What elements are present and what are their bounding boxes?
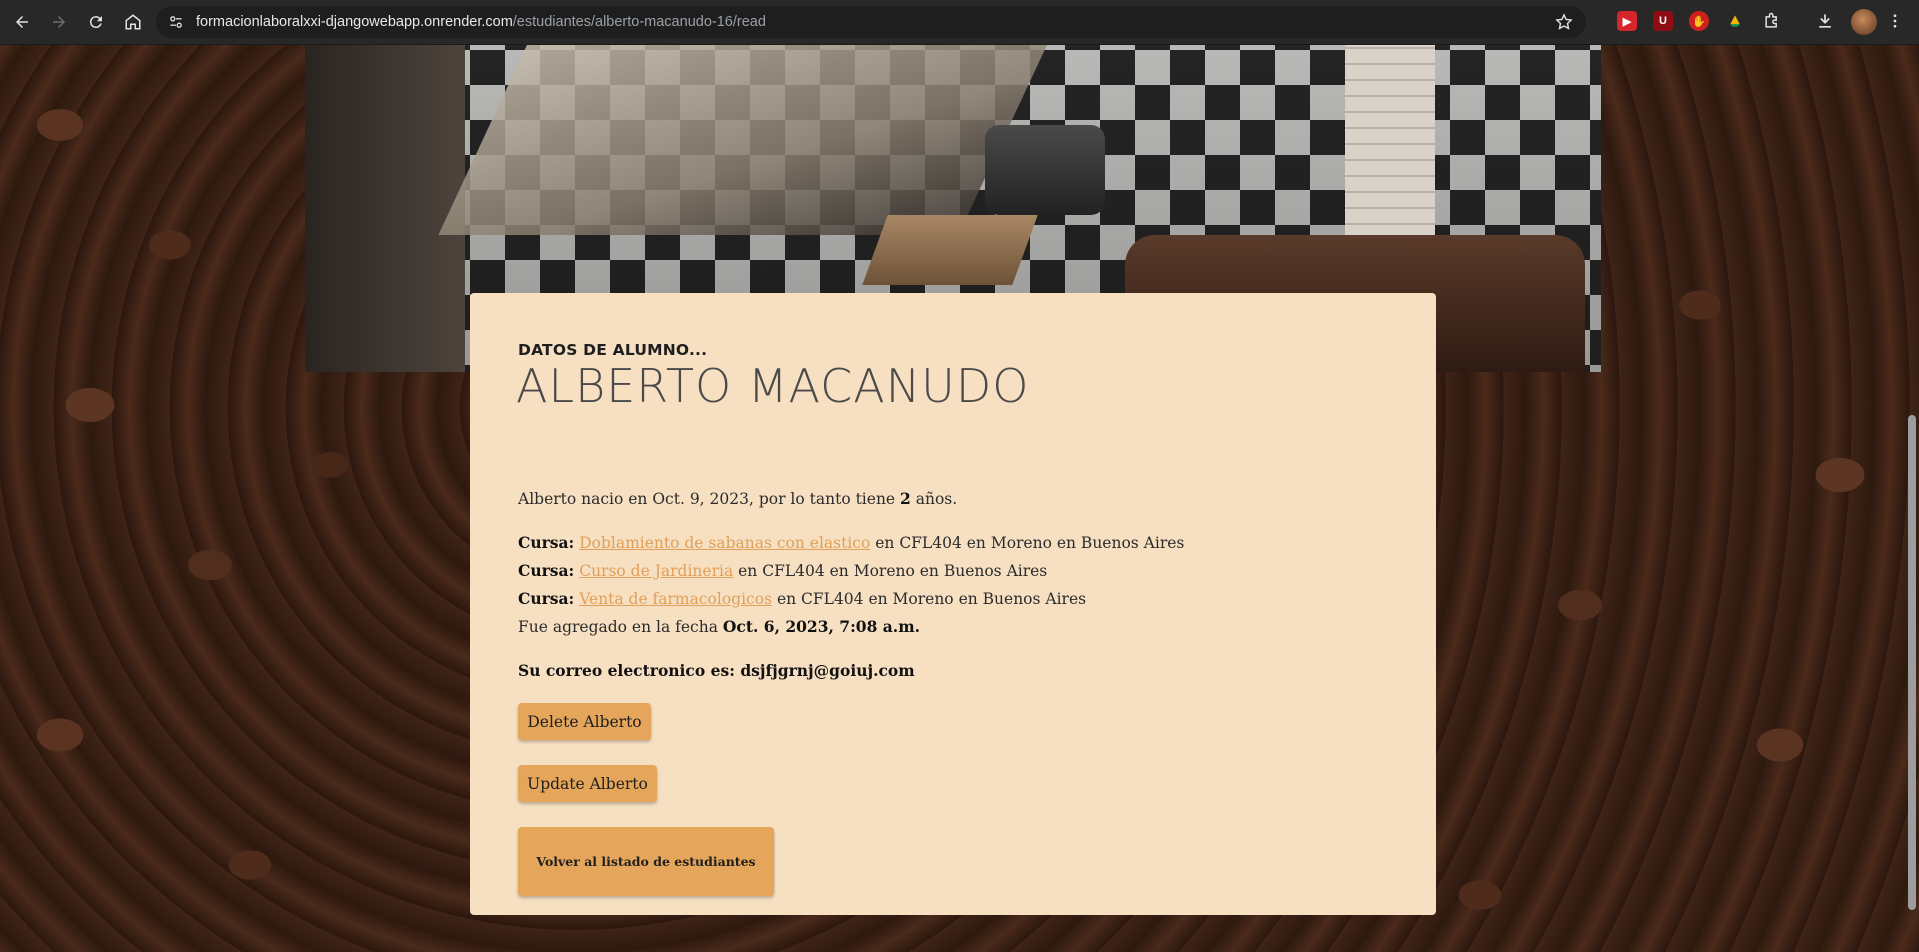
student-detail-card: DATOS DE ALUMNO... ALBERTO MACANUDO Albe… [470, 293, 1436, 915]
site-info-icon[interactable] [166, 12, 186, 32]
back-to-list-button[interactable]: Volver al listado de estudiantes [518, 827, 774, 896]
address-bar[interactable]: formacionlaboralxxi-djangowebapp.onrende… [156, 6, 1586, 38]
ublock-icon[interactable]: U [1653, 11, 1673, 31]
course-label: Cursa: [518, 561, 575, 580]
course-link-3[interactable]: Venta de farmacologicos [579, 590, 772, 608]
course-location-3: en CFL404 en Moreno en Buenos Aires [772, 590, 1087, 608]
course-link-2[interactable]: Curso de Jardineria [579, 562, 733, 580]
added-date-line: Fue agregado en la fecha Oct. 6, 2023, 7… [518, 617, 920, 636]
course-location-2: en CFL404 en Moreno en Buenos Aires [733, 562, 1048, 580]
back-icon[interactable] [10, 10, 34, 34]
email-line: Su correo electronico es: dsjfjgrnj@goiu… [518, 661, 915, 680]
added-date-value: Oct. 6, 2023, 7:08 a.m. [722, 617, 921, 636]
puzzle-icon[interactable] [1762, 11, 1782, 31]
bookmark-star-icon[interactable] [1554, 12, 1574, 32]
course-location-1: en CFL404 en Moreno en Buenos Aires [870, 534, 1185, 552]
profile-avatar[interactable] [1851, 9, 1877, 35]
added-label: Fue agregado en la fecha [518, 618, 723, 636]
course-label: Cursa: [518, 533, 575, 552]
delete-student-button[interactable]: Delete Alberto [518, 703, 651, 740]
forward-icon[interactable] [47, 10, 71, 34]
url-text[interactable]: formacionlaboralxxi-djangowebapp.onrende… [196, 14, 766, 30]
reload-icon[interactable] [84, 10, 108, 34]
course-label: Cursa: [518, 589, 575, 608]
url-host: formacionlaboralxxi-djangowebapp.onrende… [196, 14, 513, 30]
age-value: 2 [900, 489, 911, 508]
age-unit: años. [910, 490, 958, 508]
drive-ext-icon[interactable] [1725, 11, 1745, 31]
download-icon[interactable] [1815, 11, 1835, 31]
browser-toolbar: formacionlaboralxxi-djangowebapp.onrende… [0, 0, 1919, 45]
section-kicker: DATOS DE ALUMNO... [518, 341, 708, 359]
page-scrollbar[interactable] [1905, 45, 1919, 952]
course-link-1[interactable]: Doblamiento de sabanas con elastico [579, 534, 870, 552]
youtube-ext-icon[interactable]: ▶ [1617, 11, 1637, 31]
student-name-heading: ALBERTO MACANUDO [516, 359, 1030, 413]
page-background: DATOS DE ALUMNO... ALBERTO MACANUDO Albe… [0, 45, 1919, 952]
url-path: /estudiantes/alberto-macanudo-16/read [512, 14, 766, 30]
course-line: Cursa: Doblamiento de sabanas con elasti… [518, 533, 1184, 552]
email-text: Su correo electronico es: dsjfjgrnj@goiu… [518, 661, 915, 680]
hand-ext-icon[interactable]: ✋ [1689, 11, 1709, 31]
scrollbar-thumb[interactable] [1908, 415, 1916, 910]
menu-dots-icon[interactable] [1885, 11, 1905, 31]
update-student-button[interactable]: Update Alberto [518, 765, 657, 802]
home-icon[interactable] [121, 10, 145, 34]
course-line: Cursa: Venta de farmacologicos en CFL404… [518, 589, 1086, 608]
birth-info: Alberto nacio en Oct. 9, 2023, por lo ta… [518, 489, 957, 508]
birth-text: Alberto nacio en Oct. 9, 2023, por lo ta… [518, 490, 901, 508]
course-line: Cursa: Curso de Jardineria en CFL404 en … [518, 561, 1047, 580]
